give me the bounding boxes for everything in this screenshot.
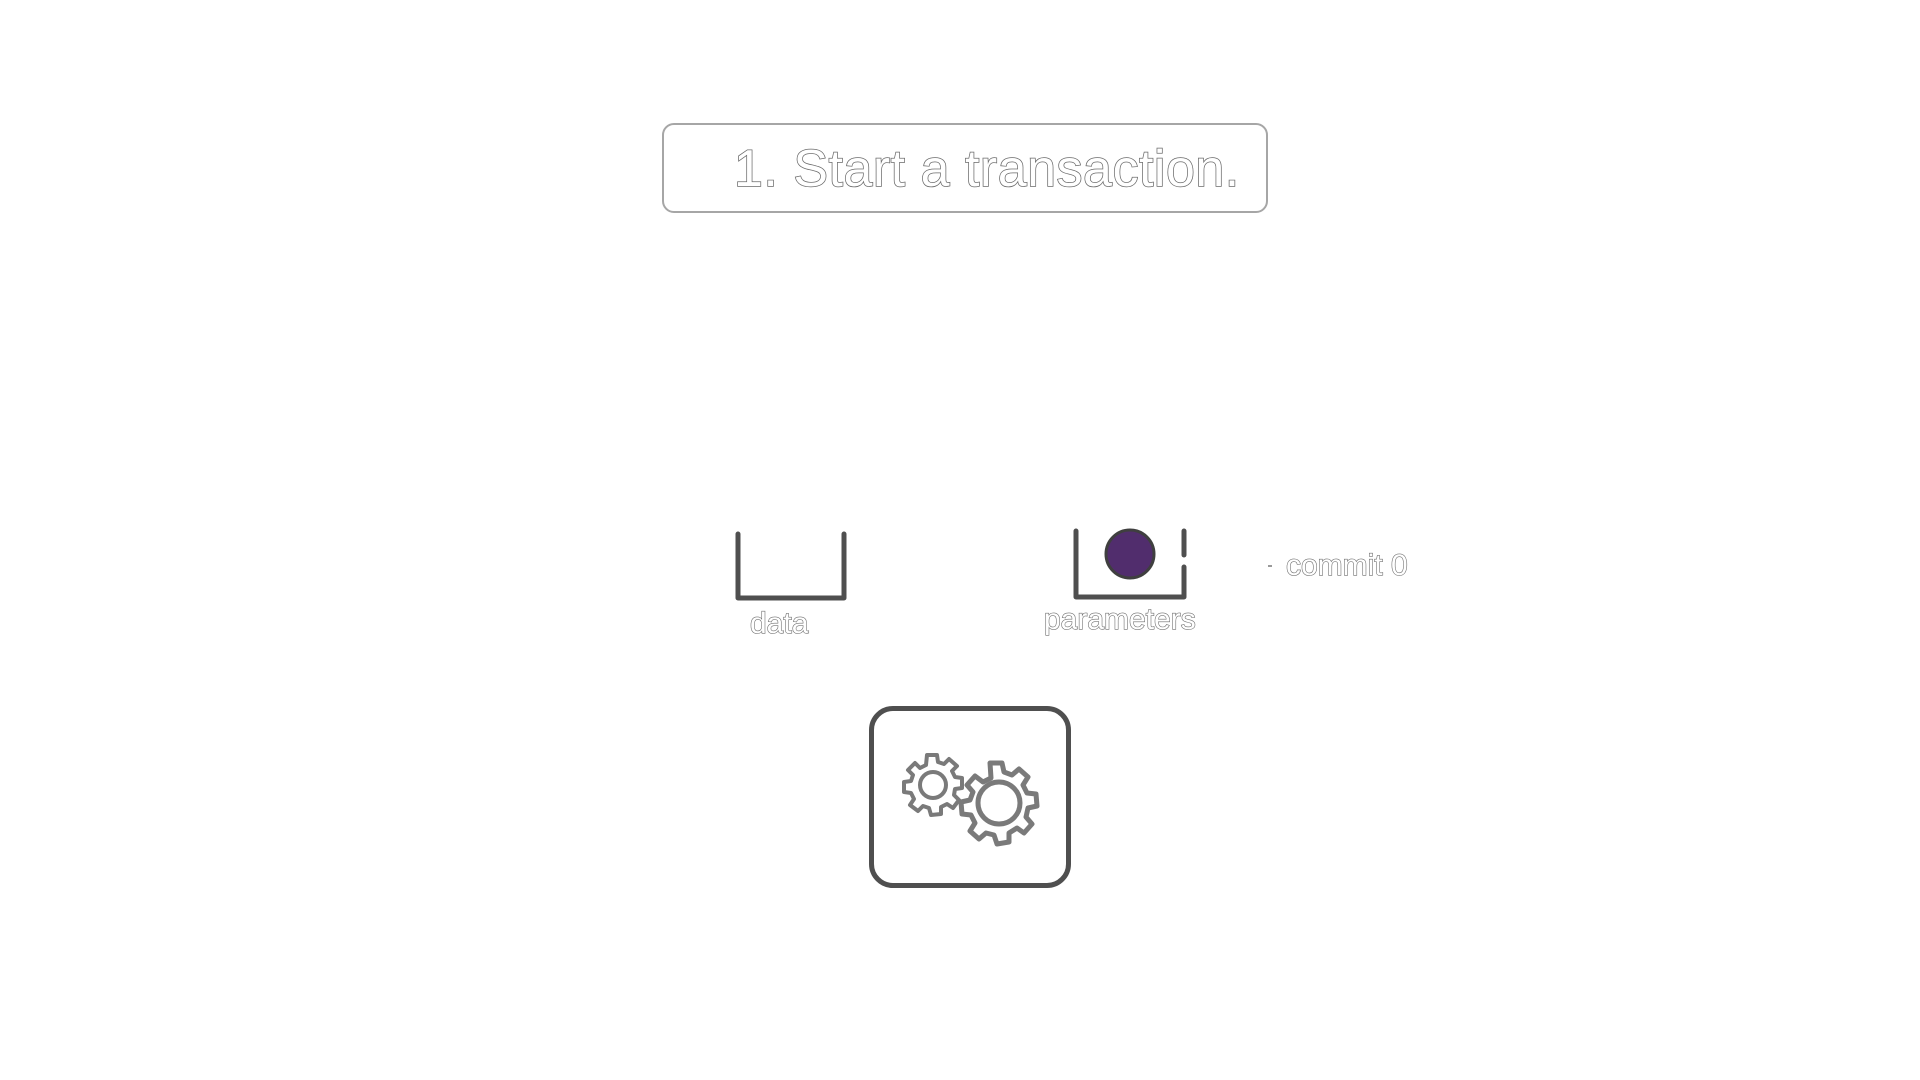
diagram-canvas: 1. Start a transaction. data parameters … bbox=[0, 0, 1920, 1080]
parameter-ball bbox=[1104, 528, 1156, 580]
parameters-container bbox=[1073, 528, 1187, 600]
data-container bbox=[735, 531, 847, 601]
gears-icon bbox=[902, 753, 1040, 847]
step-title: 1. Start a transaction. bbox=[733, 139, 1240, 199]
step-title-box: 1. Start a transaction. bbox=[662, 123, 1268, 213]
parameters-label: parameters bbox=[1043, 602, 1196, 636]
data-label: data bbox=[749, 606, 809, 640]
commit-label: commit 0 bbox=[1285, 548, 1408, 582]
commit-connector bbox=[1268, 565, 1272, 567]
engine-box bbox=[869, 706, 1071, 888]
